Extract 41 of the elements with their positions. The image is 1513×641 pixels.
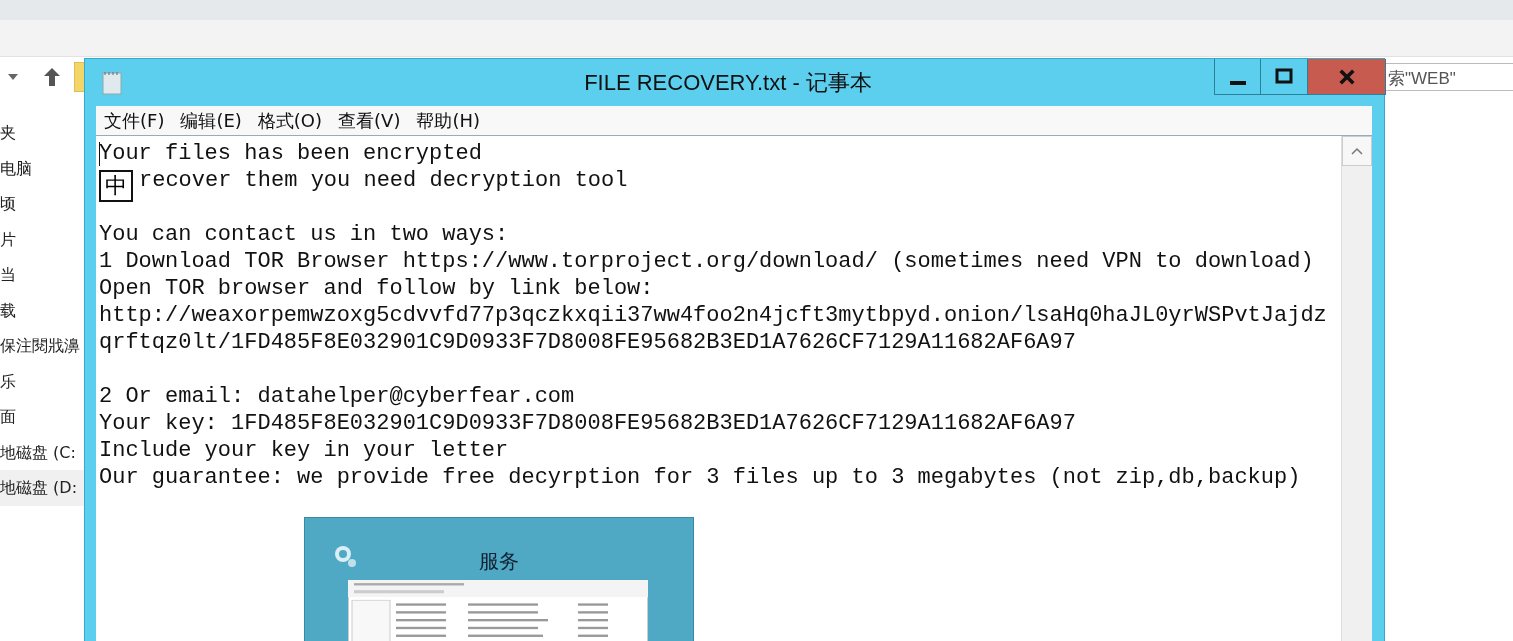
text-line: Open TOR browser and follow by link below: xyxy=(99,275,654,302)
sidebar-item[interactable]: 保注閱戕濞 xyxy=(0,328,84,364)
text-line: Your files has been encrypted xyxy=(99,140,482,167)
text-line: Include your key in your letter xyxy=(99,437,509,464)
ime-indicator: 中 xyxy=(99,170,133,202)
maximize-icon xyxy=(1274,66,1294,87)
sidebar-item[interactable]: 片 xyxy=(0,221,84,257)
close-button[interactable] xyxy=(1308,59,1386,95)
minimize-button[interactable] xyxy=(1214,59,1261,95)
sidebar-item[interactable]: 夹 xyxy=(0,115,84,151)
text-line: qrftqz0lt/1FD485F8E032901C9D0933F7D8008FE95682B3ED1A7626CF7129A11682AF6A97 xyxy=(99,329,1076,356)
slide-title: 服务 xyxy=(479,550,519,575)
text-line: 2 Or email: datahelper@cyberfear.com xyxy=(99,383,575,410)
window-title: FILE RECOVERY.txt - 记事本 xyxy=(583,68,873,97)
minimize-icon xyxy=(1229,80,1246,85)
up-chevron-icon xyxy=(1351,147,1363,155)
dropdown-caret-icon[interactable] xyxy=(8,74,18,80)
text-line: Your key: 1FD485F8E032901C9D0933F7D8008FE95682B3ED1A7626CF7129A11682AF6A97 xyxy=(99,410,1076,437)
menu-item[interactable]: 编辑(E) xyxy=(180,108,242,133)
up-arrow-icon[interactable] xyxy=(44,68,60,86)
text-line: http://weaxorpemwzoxg5cdvvfd77p3qczkxqii37ww4foo2n4jcft3mytbpyd.onion/lsaHq0haJL0yrWSPvtJajdz xyxy=(99,302,1327,329)
sidebar-item[interactable]: 电脑 xyxy=(0,150,84,186)
sidebar-item[interactable]: 乐 xyxy=(0,363,84,399)
gear-icon xyxy=(333,544,357,568)
sidebar-item[interactable]: 地磁盘 (D: xyxy=(0,470,84,506)
maximize-button[interactable] xyxy=(1261,59,1308,95)
sidebar-item[interactable]: 载 xyxy=(0,292,84,328)
notepad-icon xyxy=(102,70,122,95)
menu-item[interactable]: 帮助(H) xyxy=(416,108,480,133)
text-line: 1 Download TOR Browser https://www.torproject.org/download/ (sometimes need VPN to download) xyxy=(99,248,1314,275)
sidebar-item[interactable]: 当 xyxy=(0,257,84,293)
sidebar-item[interactable]: 顷 xyxy=(0,186,84,222)
text-line: You can contact us in two ways: xyxy=(99,221,509,248)
menu-item[interactable]: 查看(V) xyxy=(338,108,401,133)
close-icon xyxy=(1337,67,1356,86)
sidebar-item[interactable]: 地磁盘 (C: xyxy=(0,434,84,470)
menu-item[interactable]: 格式(O) xyxy=(257,108,323,133)
menu-item[interactable]: 文件(F) xyxy=(104,108,165,133)
text-line: recover them you need decryption tool xyxy=(139,167,628,194)
text-line: Our guarantee: we provide free decyrption for 3 files up to 3 megabytes (not zip,db,backup) xyxy=(99,464,1301,491)
sidebar-item[interactable]: 面 xyxy=(0,399,84,435)
